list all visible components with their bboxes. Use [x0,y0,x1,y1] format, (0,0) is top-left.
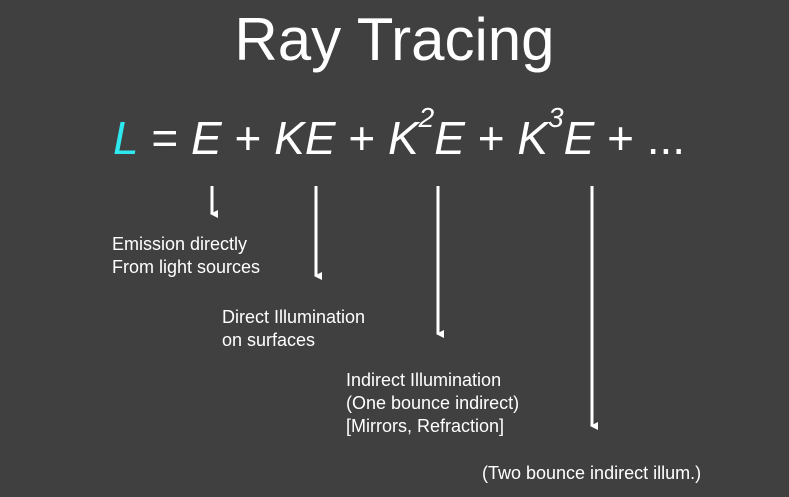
note-line: Direct Illumination [222,307,366,327]
note-line: (One bounce indirect) [346,393,520,413]
note-indirect: Indirect Illumination (One bounce indire… [346,369,519,438]
note-line: Indirect Illumination [346,370,502,390]
note-line: Emission directly [112,234,248,254]
note-line: [Mirrors, Refraction] [346,416,505,436]
note-emission: Emission directly From light sources [112,233,260,279]
note-direct: Direct Illumination on surfaces [222,306,365,352]
note-line: on surfaces [222,330,316,350]
note-two-bounce: (Two bounce indirect illum.) [482,463,702,483]
note-line: From light sources [112,257,261,277]
